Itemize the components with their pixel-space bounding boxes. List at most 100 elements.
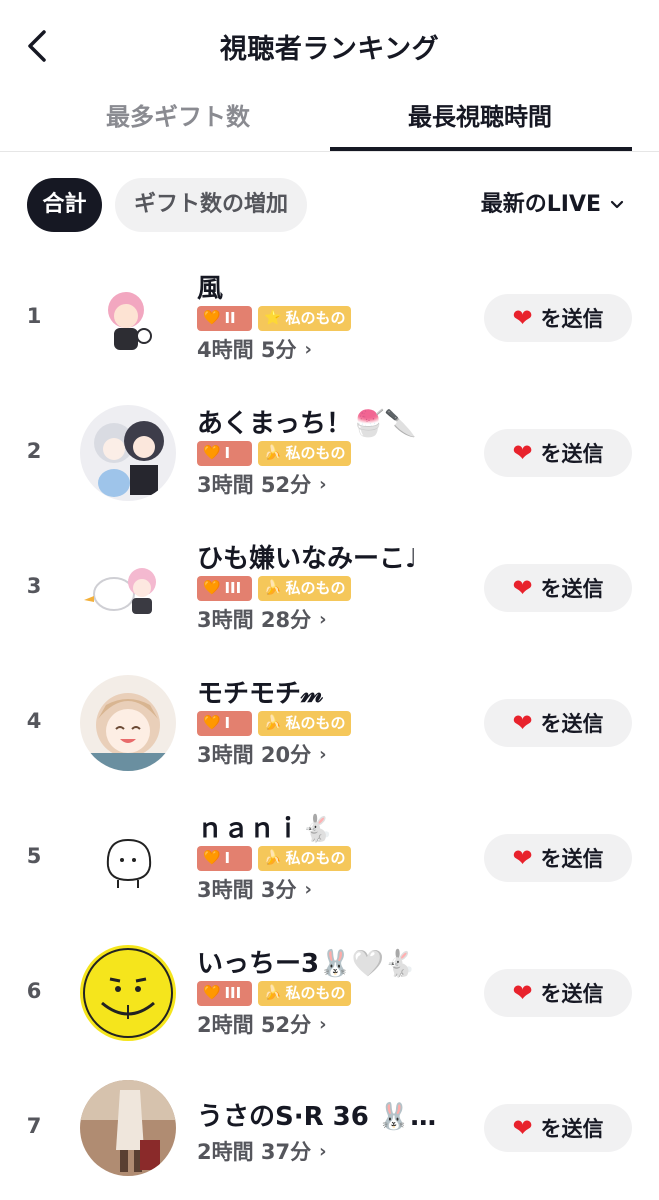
watch-duration[interactable]: 3時間 28分 › <box>197 604 327 634</box>
banana-badge-icon: 🍌 <box>264 580 282 596</box>
chevron-right-icon: › <box>304 878 312 900</box>
send-button[interactable]: ❤ を送信 <box>484 294 632 342</box>
fan-level-badge: 🧡 III <box>197 981 252 1006</box>
mine-badge-label: 私のもの <box>285 984 346 1002</box>
send-button-label: を送信 <box>540 577 604 601</box>
watch-duration-text: 2時間 52分 <box>197 1013 312 1037</box>
watch-duration[interactable]: 3時間 20分 › <box>197 739 327 769</box>
filter-chip-gift-increase[interactable]: ギフト数の増加 <box>115 178 307 232</box>
tab-bar: 最多ギフト数 最長視聴時間 <box>0 92 659 152</box>
badge-group: 🧡 III 🍌 私のもの <box>197 981 352 1006</box>
mine-badge: ⭐ 私のもの <box>258 306 352 331</box>
send-button[interactable]: ❤ を送信 <box>484 564 632 612</box>
viewer-name: 風 <box>197 274 224 304</box>
heart-badge-icon: 🧡 <box>203 850 221 866</box>
fan-level-text: III <box>224 984 242 1002</box>
watch-duration[interactable]: 4時間 5分 › <box>197 334 312 364</box>
fan-level-text: III <box>224 579 242 597</box>
rank-number: 6 <box>26 979 42 1003</box>
fan-level-text: I <box>224 444 231 462</box>
avatar[interactable] <box>80 540 176 636</box>
rank-number: 3 <box>26 574 42 598</box>
rank-number: 1 <box>26 304 42 328</box>
avatar[interactable] <box>80 270 176 366</box>
mine-badge-label: 私のもの <box>285 309 346 327</box>
watch-duration-text: 3時間 20分 <box>197 743 312 767</box>
rank-number: 7 <box>26 1114 42 1138</box>
avatar[interactable] <box>80 1080 176 1176</box>
watch-duration-text: 2時間 37分 <box>197 1140 312 1164</box>
send-button-label: を送信 <box>540 1117 604 1141</box>
avatar[interactable] <box>80 810 176 906</box>
send-button-label: を送信 <box>540 982 604 1006</box>
watch-duration[interactable]: 3時間 3分 › <box>197 874 312 904</box>
header: 視聴者ランキング <box>0 0 659 92</box>
viewer-name: あくまっち！🍧🔪 <box>197 409 417 439</box>
mine-badge: 🍌 私のもの <box>258 576 352 601</box>
filter-chip-total[interactable]: 合計 <box>27 178 102 232</box>
watch-duration-text: 3時間 3分 <box>197 878 297 902</box>
chevron-right-icon: › <box>319 608 327 630</box>
live-dropdown[interactable]: 最新のLIVE <box>481 178 625 232</box>
viewer-name: いっちー3🐰🤍🐇 <box>197 949 417 979</box>
send-button[interactable]: ❤ を送信 <box>484 969 632 1017</box>
send-button[interactable]: ❤ を送信 <box>484 1104 632 1152</box>
fan-level-text: II <box>224 309 236 327</box>
chevron-right-icon: › <box>319 743 327 765</box>
viewer-row: 2 あくまっち！🍧🔪 🧡 I 🍌 私のもの 3時間 52分 › ❤ を送信 <box>0 387 659 522</box>
send-button-label: を送信 <box>540 307 604 331</box>
rank-number: 4 <box>26 709 42 733</box>
avatar[interactable] <box>80 405 176 501</box>
fan-level-badge: 🧡 I <box>197 441 252 466</box>
heart-badge-icon: 🧡 <box>203 715 221 731</box>
banana-badge-icon: 🍌 <box>264 715 282 731</box>
watch-duration-text: 3時間 52分 <box>197 473 312 497</box>
chevron-right-icon: › <box>319 1013 327 1035</box>
send-button[interactable]: ❤ を送信 <box>484 699 632 747</box>
watch-duration[interactable]: 2時間 52分 › <box>197 1009 327 1039</box>
avatar[interactable] <box>80 675 176 771</box>
heart-icon: ❤ <box>512 574 533 602</box>
send-button-label: を送信 <box>540 712 604 736</box>
page-title: 視聴者ランキング <box>219 34 440 65</box>
chevron-right-icon: › <box>319 1140 327 1162</box>
send-button-label: を送信 <box>540 442 604 466</box>
chevron-down-icon <box>610 200 624 209</box>
viewer-row: 4 モチモチ𝓂 🧡 I 🍌 私のもの 3時間 20分 › ❤ を送信 <box>0 657 659 792</box>
badge-group: 🧡 I 🍌 私のもの <box>197 711 352 736</box>
watch-duration-text: 3時間 28分 <box>197 608 312 632</box>
send-button-label: を送信 <box>540 847 604 871</box>
active-tab-indicator <box>330 147 632 151</box>
tab-most-gifts[interactable]: 最多ギフト数 <box>28 92 328 152</box>
badge-group: 🧡 II ⭐ 私のもの <box>197 306 352 331</box>
mine-badge-label: 私のもの <box>285 714 346 732</box>
mine-badge: 🍌 私のもの <box>258 711 352 736</box>
send-button[interactable]: ❤ を送信 <box>484 429 632 477</box>
mine-badge-label: 私のもの <box>285 579 346 597</box>
viewer-name: モチモチ𝓂 <box>197 679 324 709</box>
watch-duration[interactable]: 3時間 52分 › <box>197 469 327 499</box>
heart-icon: ❤ <box>512 709 533 737</box>
fan-level-badge: 🧡 I <box>197 711 252 736</box>
banana-badge-icon: 🍌 <box>264 445 282 461</box>
watch-duration[interactable]: 2時間 37分 › <box>197 1136 327 1166</box>
fan-level-text: I <box>224 849 231 867</box>
send-button[interactable]: ❤ を送信 <box>484 834 632 882</box>
badge-group: 🧡 III 🍌 私のもの <box>197 576 352 601</box>
fan-level-badge: 🧡 I <box>197 846 252 871</box>
fan-level-badge: 🧡 II <box>197 306 252 331</box>
fan-level-text: I <box>224 714 231 732</box>
heart-badge-icon: 🧡 <box>203 310 221 326</box>
viewer-row: 1 風 🧡 II ⭐ 私のもの 4時間 5分 › ❤ を送信 <box>0 252 659 387</box>
heart-badge-icon: 🧡 <box>203 580 221 596</box>
mine-badge: 🍌 私のもの <box>258 441 352 466</box>
watch-duration-text: 4時間 5分 <box>197 338 297 362</box>
viewer-row: 7 うさのS·R 36 🐰… 2時間 37分 › ❤ を送信 <box>0 1062 659 1197</box>
avatar[interactable] <box>80 945 176 1041</box>
badge-group: 🧡 I 🍌 私のもの <box>197 441 352 466</box>
viewer-name: ひも嫌いなみーこ♩ <box>197 544 418 574</box>
banana-badge-icon: 🍌 <box>264 850 282 866</box>
tab-longest-watch-time[interactable]: 最長視聴時間 <box>330 92 630 152</box>
heart-icon: ❤ <box>512 844 533 872</box>
heart-icon: ❤ <box>512 439 533 467</box>
